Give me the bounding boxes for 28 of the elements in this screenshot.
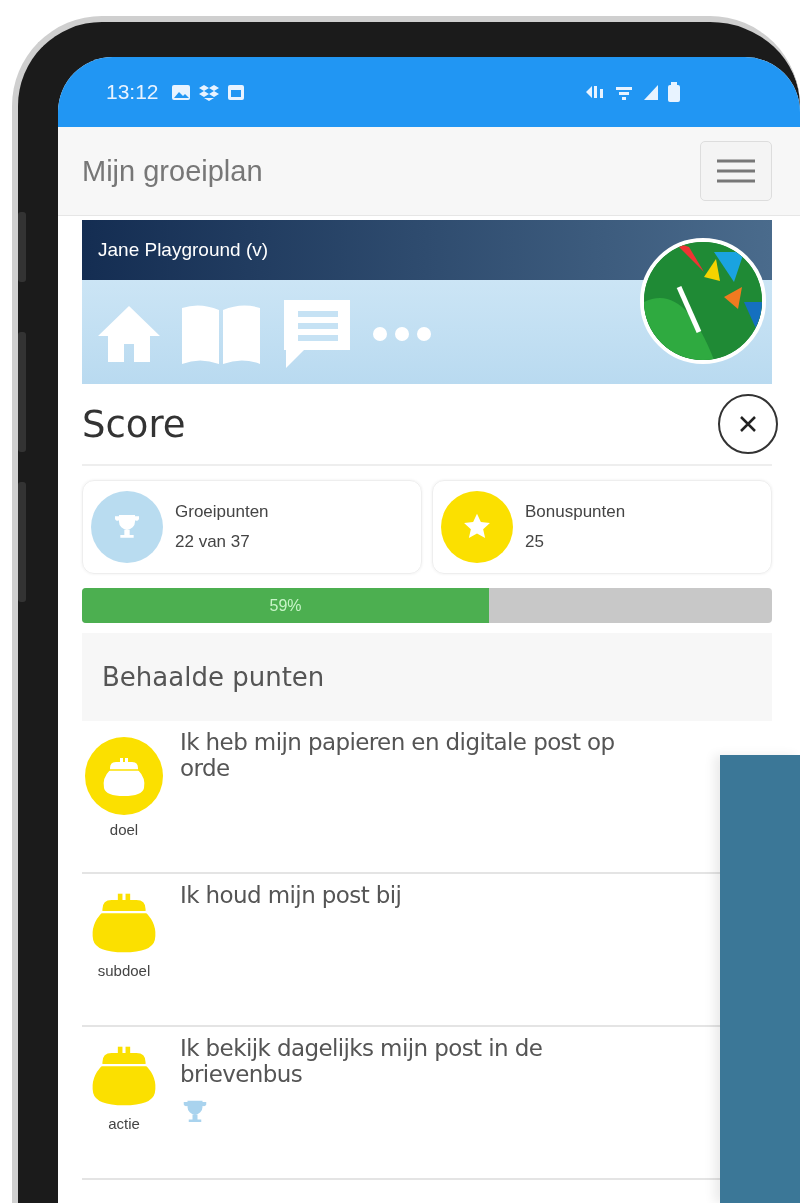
achievement-text: Ik bekijk dagelijks mijn post in de brievenbus xyxy=(180,1035,544,1087)
book-icon[interactable] xyxy=(180,302,262,366)
points-label: Groeipunten xyxy=(175,501,269,523)
points-value: 22 van 37 xyxy=(175,531,251,553)
points-value: 25 xyxy=(525,531,545,553)
home-icon[interactable] xyxy=(96,304,162,364)
achievement-text: Ik houd mijn post bij xyxy=(180,882,403,908)
item-type-label: subdoel xyxy=(97,962,151,979)
menu-icon xyxy=(717,159,755,183)
profile-name: Jane Playground (v) xyxy=(98,239,269,261)
achievement-text: Ik heb mijn papieren en digitale post op orde xyxy=(180,729,616,781)
calendar-icon xyxy=(226,83,245,101)
menu-button[interactable] xyxy=(700,141,772,201)
app-title: Mijn groeiplan xyxy=(82,154,263,188)
score-title: Score xyxy=(82,402,186,446)
status-time: 13:12 xyxy=(106,80,159,104)
progress-label: 59% xyxy=(269,596,302,615)
section-title: Behaalde punten xyxy=(102,662,325,692)
signal-icon xyxy=(642,83,660,101)
close-button[interactable] xyxy=(718,394,778,454)
close-icon xyxy=(739,415,757,433)
item-type-label: doel xyxy=(109,821,139,838)
battery-icon xyxy=(668,82,680,102)
item-type-label: actie xyxy=(108,1115,140,1132)
more-icon[interactable] xyxy=(372,326,432,342)
box-icon xyxy=(198,83,219,101)
points-label: Bonuspunten xyxy=(525,501,626,523)
image-icon xyxy=(170,83,191,101)
